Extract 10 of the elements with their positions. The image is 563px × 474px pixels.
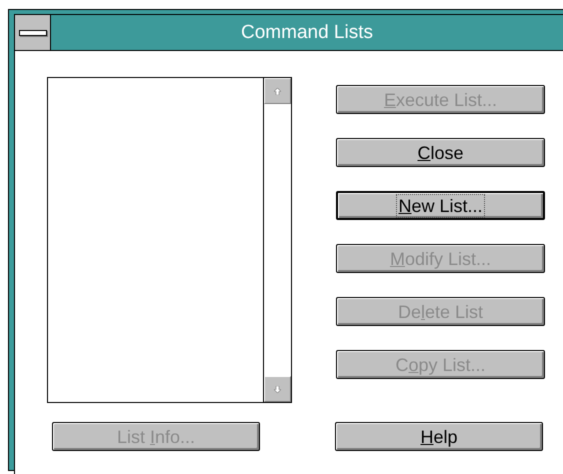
dialog-button[interactable]: Close xyxy=(336,138,545,167)
dialog-button[interactable]: Help xyxy=(335,422,543,451)
scroll-bar[interactable] xyxy=(263,78,291,402)
up-arrow-icon xyxy=(274,88,281,94)
scroll-down-button[interactable] xyxy=(264,376,291,402)
system-menu-button[interactable] xyxy=(15,15,51,50)
scroll-up-button[interactable] xyxy=(264,78,291,104)
down-arrow-icon xyxy=(274,386,281,392)
dialog-button[interactable]: New List... xyxy=(336,191,545,220)
window-title: Command Lists xyxy=(240,21,374,45)
